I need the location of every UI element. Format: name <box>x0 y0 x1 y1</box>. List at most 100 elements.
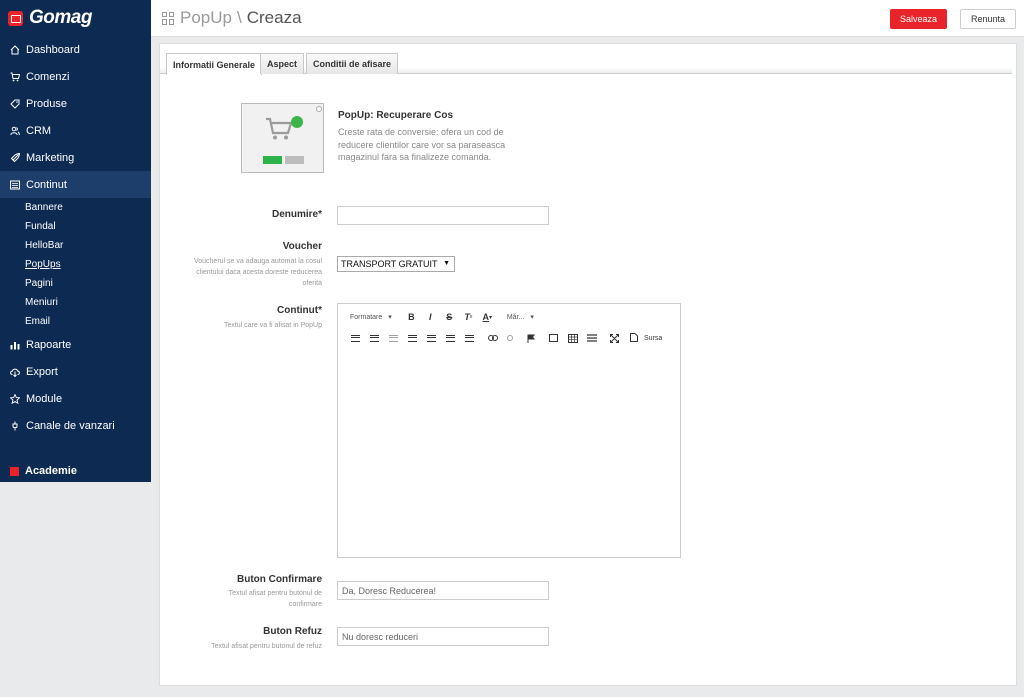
discount-badge-icon <box>291 116 303 128</box>
italic-icon[interactable]: I <box>421 309 440 325</box>
rich-text-editor[interactable]: Formatare ▾ B I S Tx A ▾ Măr... ▾ Sursa <box>337 303 681 558</box>
home-icon <box>10 44 20 55</box>
cart-icon <box>266 117 293 140</box>
tabs-bar: Informatii Generale Aspect Conditii de a… <box>160 52 1012 75</box>
sidebar-item-dashboard[interactable]: Dashboard <box>0 36 151 63</box>
anchor-flag-icon[interactable] <box>521 330 540 346</box>
image-icon[interactable] <box>544 330 563 346</box>
sidebar-subitem-pagini[interactable]: Pagini <box>0 274 151 293</box>
font-size-dropdown[interactable]: Măr... ▾ <box>503 309 538 325</box>
text-color-icon[interactable]: A ▾ <box>478 309 497 325</box>
sidebar-item-label: Produse <box>26 97 67 110</box>
editor-toolbar-row-1: Formatare ▾ B I S Tx A ▾ Măr... ▾ <box>346 309 538 325</box>
sidebar-item-label: Export <box>26 365 58 378</box>
sidebar-item-marketing[interactable]: Marketing <box>0 144 151 171</box>
sidebar-subitem-fundal[interactable]: Fundal <box>0 217 151 236</box>
align-center-icon[interactable] <box>441 330 460 346</box>
tag-icon <box>10 99 20 109</box>
format-dropdown-label: Formatare <box>350 313 383 321</box>
indent-icon[interactable] <box>403 330 422 346</box>
sidebar-item-label: Module <box>26 392 63 405</box>
sidebar-item-label: Comenzi <box>26 70 70 83</box>
cart-icon <box>10 72 20 82</box>
sidebar-subitem-bannere[interactable]: Bannere <box>0 198 151 217</box>
chevron-down-icon: ▼ <box>443 260 450 267</box>
content-panel: Informatii Generale Aspect Conditii de a… <box>159 43 1017 686</box>
link-icon[interactable] <box>483 330 502 346</box>
align-left-icon[interactable] <box>422 330 441 346</box>
sidebar-subitem-meniuri[interactable]: Meniuri <box>0 293 151 312</box>
grid-icon <box>162 11 175 25</box>
chart-icon <box>10 340 20 350</box>
sidebar-item-label: Rapoarte <box>26 338 72 351</box>
popup-name: PopUp: Recuperare Cos <box>338 110 454 121</box>
sidebar-subitem-email[interactable]: Email <box>0 312 151 331</box>
popup-description: Creste rata de conversie: ofera un cod d… <box>338 127 506 162</box>
sidebar-item-rapoarte[interactable]: Rapoarte <box>0 331 151 358</box>
sidebar-item-academie[interactable]: Academie <box>10 465 77 477</box>
tab-informatii-generale[interactable]: Informatii Generale <box>166 53 263 75</box>
denumire-input[interactable] <box>337 206 549 225</box>
source-icon <box>630 332 638 344</box>
breadcrumb-separator: \ <box>236 8 242 27</box>
refuse-bar-preview <box>285 156 304 164</box>
breadcrumb-section[interactable]: PopUp <box>180 8 232 28</box>
cloud-icon <box>10 367 20 377</box>
rocket-icon <box>10 152 20 163</box>
sidebar-item-module[interactable]: Module <box>0 385 151 412</box>
sidebar-subitem-popups[interactable]: PopUps <box>0 255 151 274</box>
sidebar-item-label: Canale de vanzari <box>26 419 115 432</box>
popup-preview-thumbnail[interactable] <box>241 103 324 173</box>
unlink-icon[interactable] <box>502 330 521 346</box>
table-icon[interactable] <box>563 330 582 346</box>
source-button[interactable]: Sursa <box>626 330 666 346</box>
editor-toolbar-row-2: Sursa <box>346 330 666 346</box>
font-size-dropdown-label: Măr... <box>506 313 525 321</box>
sidebar-item-label: Continut <box>26 178 67 191</box>
plug-icon <box>10 421 20 431</box>
users-icon <box>10 126 20 136</box>
buton-confirmare-input[interactable] <box>337 581 549 600</box>
sidebar-item-canale-de-vanzari[interactable]: Canale de vanzari <box>0 412 151 439</box>
star-icon <box>10 393 20 404</box>
continut-hint: Textul care va fi afisat in PopUp <box>223 322 322 329</box>
buton-refuz-label: Buton Refuz <box>263 626 322 637</box>
chevron-down-icon: ▾ <box>388 314 392 321</box>
continut-label: Continut* <box>277 305 322 316</box>
tab-conditii-de-afisare[interactable]: Conditii de afisare <box>306 53 399 74</box>
voucher-select[interactable]: TRANSPORT GRATUIT ▼ <box>337 256 455 272</box>
select-radio[interactable] <box>316 106 322 112</box>
header: PopUp \ Creaza Salveaza Renunta <box>151 0 1024 37</box>
voucher-hint: Voucherul se va adauga automat la cosul … <box>193 258 322 287</box>
strikethrough-icon[interactable]: S <box>440 309 459 325</box>
bulleted-list-icon[interactable] <box>365 330 384 346</box>
academie-icon <box>10 466 19 476</box>
save-button[interactable]: Salveaza <box>890 9 947 29</box>
sidebar-item-label: CRM <box>26 124 52 137</box>
list-icon <box>10 180 20 190</box>
sidebar-item-comenzi[interactable]: Comenzi <box>0 63 151 90</box>
horizontal-line-icon[interactable] <box>582 330 601 346</box>
numbered-list-icon[interactable] <box>346 330 365 346</box>
buton-refuz-input[interactable] <box>337 627 549 646</box>
bold-icon[interactable]: B <box>402 309 421 325</box>
buton-confirmare-hint: Textul afisat pentru butonul de confirma… <box>228 590 322 608</box>
maximize-icon[interactable] <box>605 330 624 346</box>
align-right-icon[interactable] <box>460 330 479 346</box>
breadcrumb-current: Creaza <box>246 8 302 27</box>
page-title: PopUp \ Creaza <box>162 8 302 28</box>
cancel-button[interactable]: Renunta <box>960 9 1016 29</box>
outdent-icon[interactable] <box>384 330 403 346</box>
sidebar-item-continut[interactable]: Continut <box>0 171 151 198</box>
sidebar-item-export[interactable]: Export <box>0 358 151 385</box>
logo[interactable]: Gomag <box>0 0 151 36</box>
format-dropdown[interactable]: Formatare ▾ <box>346 309 396 325</box>
sidebar-item-produse[interactable]: Produse <box>0 90 151 117</box>
sidebar-item-crm[interactable]: CRM <box>0 117 151 144</box>
remove-format-icon[interactable]: Tx <box>459 309 478 325</box>
confirm-bar-preview <box>263 156 282 164</box>
sidebar: Gomag Dashboard Comenzi Produse CRM Mark… <box>0 0 151 482</box>
sidebar-subitem-hellobar[interactable]: HelloBar <box>0 236 151 255</box>
gomag-logo-icon <box>8 10 23 26</box>
tab-aspect[interactable]: Aspect <box>260 53 305 74</box>
